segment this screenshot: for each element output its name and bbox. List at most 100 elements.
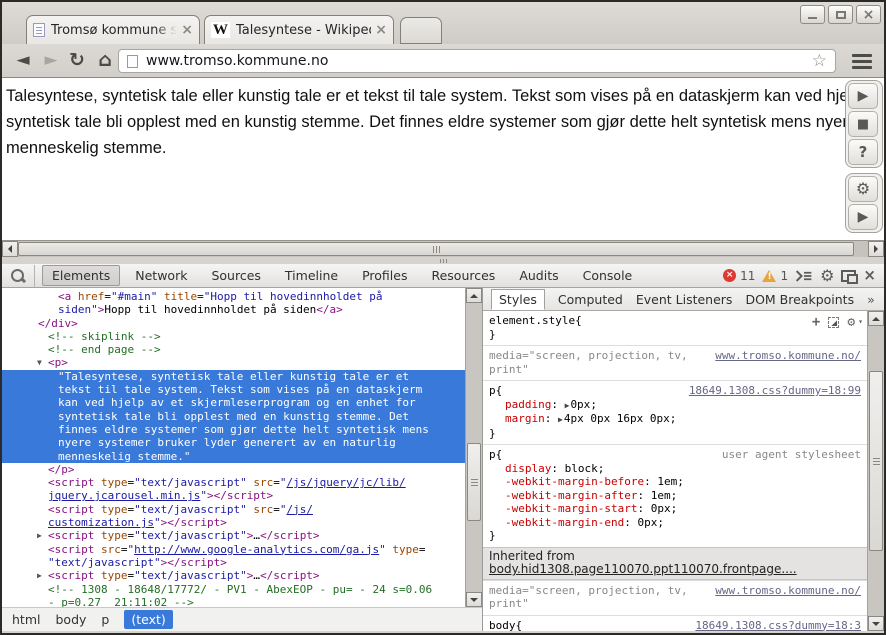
dock-side-icon[interactable] [841, 270, 856, 282]
elements-tree-selected-node[interactable]: "Talesyntese, syntetisk tale eller kunst… [2, 370, 465, 383]
new-tab-button[interactable] [400, 17, 442, 44]
expand-shorthand-icon[interactable]: ▶ [558, 415, 563, 424]
css-property[interactable]: padding: ▶0px; [489, 398, 861, 413]
elements-tree-line[interactable]: </div> [2, 317, 465, 330]
sidebar-tab-styles[interactable]: Styles [491, 289, 545, 310]
css-property[interactable]: margin: ▶4px 0px 16px 0px; [489, 412, 861, 427]
address-bar[interactable]: www.tromso.kommune.no ☆ [118, 49, 836, 73]
elements-tree-line[interactable]: jquery.jcarousel.min.js"></script> [2, 489, 465, 502]
browser-menu-button[interactable] [846, 49, 878, 73]
expand-arrow-icon[interactable]: ▼ [37, 356, 42, 369]
sidebar-tabs-overflow-icon[interactable]: » [867, 292, 875, 307]
css-selector[interactable]: p [489, 448, 496, 462]
elements-tree-line[interactable]: "text/javascript"></script> [2, 556, 465, 569]
css-property[interactable]: -webkit-margin-end: 0px; [489, 516, 861, 530]
stop-button[interactable]: ■ [848, 111, 878, 137]
css-selector[interactable]: p [489, 384, 496, 398]
scroll-up-button[interactable] [868, 311, 884, 326]
help-button[interactable]: ? [848, 139, 878, 165]
reload-button[interactable]: ↻ [64, 47, 90, 73]
elements-tree-selected-node[interactable]: finnes eldre systemer som gjør dette hel… [2, 423, 465, 436]
settings-button[interactable]: ⚙ [848, 176, 878, 202]
elements-tree-line[interactable]: <script type="text/javascript" src="/js/… [2, 476, 465, 489]
new-style-rule-icon[interactable]: + [812, 315, 820, 329]
scroll-down-button[interactable] [466, 592, 482, 607]
elements-tree-line[interactable]: customization.js"></script> [2, 516, 465, 529]
css-selector[interactable]: element.style [489, 314, 575, 328]
expand-arrow-icon[interactable]: ▶ [37, 569, 42, 582]
elements-tree-line[interactable]: <script src="http://www.google-analytics… [2, 543, 465, 556]
styles-vertical-scrollbar[interactable] [867, 311, 884, 631]
css-property[interactable]: -webkit-margin-start: 0px; [489, 502, 861, 516]
scroll-up-button[interactable] [466, 288, 482, 303]
expand-shorthand-icon[interactable]: ▶ [565, 401, 570, 410]
devtools-tab-resources[interactable]: Resources [422, 266, 504, 285]
scrollbar-thumb[interactable] [869, 371, 883, 551]
css-selector[interactable]: body [489, 619, 516, 632]
home-button[interactable]: ⌂ [92, 47, 118, 73]
devtools-tab-audits[interactable]: Audits [510, 266, 567, 285]
devtools-splitter[interactable] [2, 257, 884, 264]
breadcrumb-item-html[interactable]: html [12, 612, 40, 627]
tab-close-icon[interactable]: × [181, 23, 193, 37]
expand-arrow-icon[interactable]: ▶ [37, 529, 42, 542]
toggle-element-state-icon[interactable] [828, 317, 839, 328]
breadcrumb-item-p[interactable]: p [101, 612, 109, 627]
devtools-settings-gear-icon[interactable]: ⚙ [820, 266, 834, 285]
back-button[interactable]: ◄ [10, 47, 36, 73]
elements-tree-selected-node[interactable]: menneskelig stemme." [2, 450, 465, 463]
scroll-right-button[interactable] [868, 241, 884, 257]
elements-tree-line[interactable]: <a href="#main" title="Hopp til hovedinn… [2, 290, 465, 303]
warning-badge-icon[interactable]: ! [762, 270, 776, 282]
tab-tromso-kommune[interactable]: Tromsø kommune sitt o × [26, 15, 200, 44]
minimize-button[interactable] [800, 5, 825, 24]
tab-wikipedia[interactable]: W Talesyntese - Wikipedia × [204, 15, 394, 44]
scroll-down-button[interactable] [868, 616, 884, 631]
url-text[interactable]: www.tromso.kommune.no [146, 53, 812, 69]
elements-tree-line[interactable]: <!-- skiplink --> [2, 330, 465, 343]
play-button[interactable]: ▶ [848, 83, 878, 109]
devtools-tab-sources[interactable]: Sources [202, 266, 269, 285]
stylesheet-link[interactable]: www.tromso.kommune.no/ [707, 584, 861, 598]
devtools-tab-profiles[interactable]: Profiles [353, 266, 416, 285]
css-property[interactable]: -webkit-margin-before: 1em; [489, 475, 861, 489]
breadcrumb-item-body[interactable]: body [55, 612, 86, 627]
sidebar-tab-dom-breakpoints[interactable]: DOM Breakpoints [745, 292, 854, 307]
elements-tree-line[interactable]: <!-- end page --> [2, 343, 465, 356]
elements-tree-line[interactable]: - p=0.27 21:11:02 --> [2, 596, 465, 607]
scroll-left-button[interactable] [2, 241, 18, 257]
inherited-from-link[interactable]: body.hid1308.page110070.ppt110070.frontp… [489, 562, 797, 576]
devtools-tab-elements[interactable]: Elements [42, 265, 120, 286]
elements-tree-line[interactable]: <script type="text/javascript" src="/js/ [2, 503, 465, 516]
horizontal-scrollbar[interactable] [2, 240, 884, 257]
devtools-tab-console[interactable]: Console [574, 266, 642, 285]
elements-tree-line[interactable]: ▶<script type="text/javascript">…</scrip… [2, 569, 465, 582]
inspect-search-icon[interactable] [10, 268, 26, 284]
breadcrumb-item-text-selected[interactable]: (text) [124, 610, 172, 629]
elements-tree-line[interactable]: ▼<p> [2, 356, 465, 369]
stylesheet-link[interactable]: 18649.1308.css?dummy=18:99 [681, 384, 861, 398]
elements-tree-selected-node[interactable]: nyere systemer bruker lyder generert av … [2, 436, 465, 449]
css-property[interactable]: -webkit-margin-after: 1em; [489, 489, 861, 503]
elements-tree-selected-node[interactable]: kan ved hjelp av et skjermleserprogram o… [2, 396, 465, 409]
scrollbar-thumb[interactable] [18, 242, 854, 256]
elements-tree-line[interactable]: <!-- 1308 - 18648/17772/ - PV1 - AbexEOP… [2, 583, 465, 596]
elements-vertical-scrollbar[interactable] [465, 288, 482, 607]
devtools-tab-timeline[interactable]: Timeline [276, 266, 347, 285]
elements-tree-line[interactable]: siden">Hopp til hovedinnholdet på siden<… [2, 303, 465, 316]
error-badge-icon[interactable]: × [723, 269, 736, 282]
stylesheet-link[interactable]: 18649.1308.css?dummy=18:3 [687, 619, 861, 632]
css-property[interactable]: display: block; [489, 462, 861, 476]
forward-button[interactable]: ► [38, 47, 64, 73]
maximize-button[interactable] [828, 5, 853, 24]
sidebar-tab-computed[interactable]: Computed [558, 292, 623, 307]
devtools-tab-network[interactable]: Network [126, 266, 196, 285]
elements-tree-line[interactable]: </p> [2, 463, 465, 476]
bookmark-star-icon[interactable]: ☆ [812, 53, 827, 70]
elements-tree-selected-node[interactable]: tekst til tale system. Tekst som vises p… [2, 383, 465, 396]
scrollbar-thumb[interactable] [467, 443, 481, 521]
sidebar-tab-event-listeners[interactable]: Event Listeners [636, 292, 733, 307]
elements-tree-selected-node[interactable]: syntetisk tale bli opplest med en kunsti… [2, 410, 465, 423]
tab-close-icon[interactable]: × [375, 23, 387, 37]
show-console-drawer-icon[interactable] [795, 269, 813, 283]
